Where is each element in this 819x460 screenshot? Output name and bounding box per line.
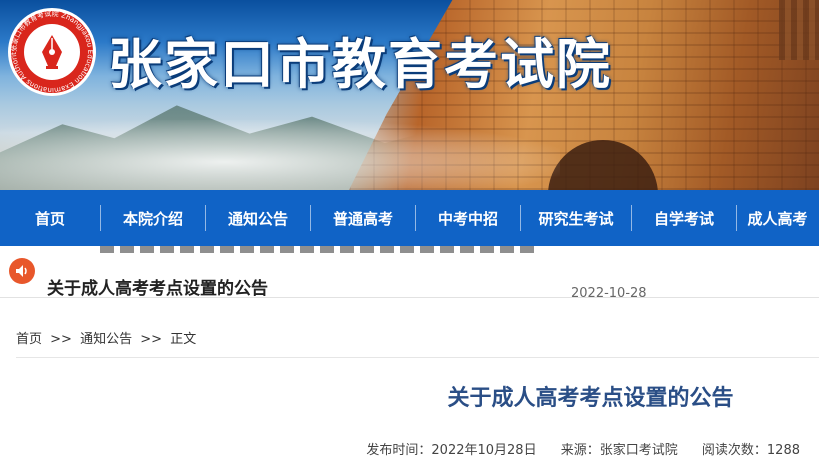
- nav-item-notices[interactable]: 通知公告: [206, 190, 310, 246]
- publish-label: 发布时间：: [366, 443, 432, 458]
- banner-mist: [0, 120, 560, 190]
- breadcrumb-home[interactable]: 首页: [16, 332, 42, 347]
- source-label: 来源：: [560, 443, 600, 458]
- notice-previous-title: [100, 246, 540, 253]
- nav-item-graduate-exam[interactable]: 研究生考试: [521, 190, 631, 246]
- header-banner: 张家口市教育考试院 Zhangjiakou Education Examinat…: [0, 0, 819, 190]
- site-title: 张家口市教育考试院: [108, 33, 612, 96]
- publish-date: 2022年10月28日: [431, 443, 537, 458]
- breadcrumb: 首页 >> 通知公告 >> 正文: [16, 328, 200, 347]
- breadcrumb-section[interactable]: 通知公告: [80, 332, 132, 347]
- notice-ticker: 2022-10-25 关于成人高考考点设置的公告 2022-10-28: [0, 246, 819, 298]
- nav-item-self-study-exam[interactable]: 自学考试: [632, 190, 736, 246]
- notice-previous-item[interactable]: 2022-10-25: [0, 246, 819, 253]
- source-info: 来源：张家口考试院: [561, 443, 678, 458]
- breadcrumb-separator: >>: [140, 332, 163, 347]
- nav-item-about[interactable]: 本院介绍: [101, 190, 205, 246]
- article-title: 关于成人高考考点设置的公告: [447, 386, 734, 411]
- breadcrumb-divider: [16, 357, 819, 358]
- site-logo[interactable]: 张家口市教育考试院 Zhangjiakou Education Examinat…: [8, 8, 96, 96]
- views-count: 1288: [766, 443, 800, 458]
- breadcrumb-current: 正文: [170, 332, 197, 347]
- banner-watchtower: [779, 0, 819, 60]
- breadcrumb-separator: >>: [50, 332, 72, 347]
- speaker-icon: [9, 258, 35, 284]
- views-info: 阅读次数：1288: [702, 443, 800, 458]
- publish-info: 发布时间：2022年10月28日: [366, 443, 536, 458]
- notice-current-title[interactable]: 关于成人高考考点设置的公告: [47, 274, 268, 297]
- article-meta: 发布时间：2022年10月28日 来源：张家口考试院 阅读次数：1288: [346, 439, 800, 458]
- nav-item-adult-exam[interactable]: 成人高考: [737, 190, 818, 246]
- views-label: 阅读次数：: [701, 443, 767, 458]
- main-nav: 首页 本院介绍 通知公告 普通高考 中考中招 研究生考试 自学考试 成人高考: [0, 190, 819, 246]
- speaker-glyph: [16, 265, 27, 277]
- source-value: 张家口考试院: [599, 443, 678, 458]
- nav-item-college-entrance[interactable]: 普通高考: [311, 190, 415, 246]
- notice-previous-date: 2022-10-25: [571, 246, 647, 248]
- notice-current-date: 2022-10-28: [571, 286, 647, 298]
- svg-text:张家口市教育考试院 Zhangjiakou Educatio: 张家口市教育考试院 Zhangjiakou Education Examinat…: [8, 8, 94, 94]
- nav-item-home[interactable]: 首页: [0, 190, 100, 246]
- logo-ring-text: 张家口市教育考试院 Zhangjiakou Education Examinat…: [8, 8, 94, 94]
- nav-item-high-school-entrance[interactable]: 中考中招: [416, 190, 520, 246]
